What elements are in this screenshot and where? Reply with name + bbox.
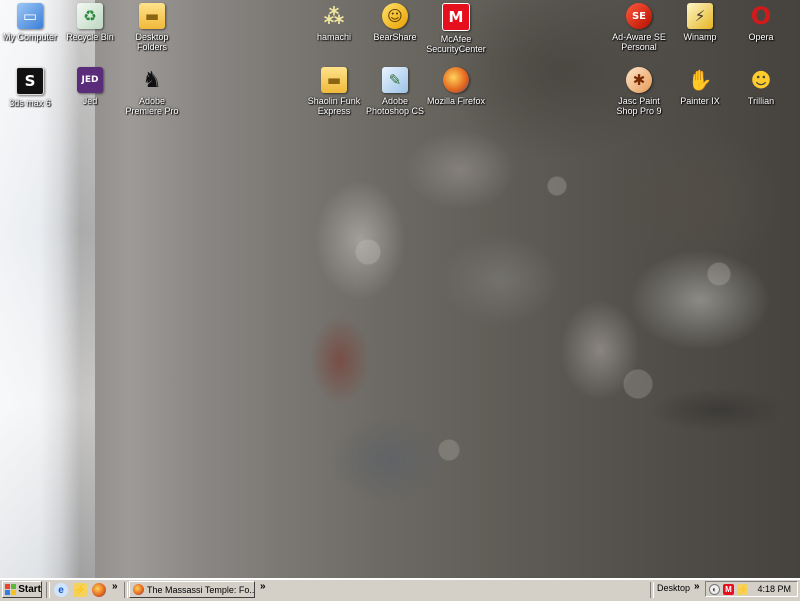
desktop-toolbar-label[interactable]: Desktop: [657, 583, 690, 593]
desktop-icon-desktop-folders[interactable]: ▬ Desktop Folders: [114, 3, 190, 52]
painter-icon: ✋: [687, 68, 713, 92]
desktop-icon-label: Desktop Folders: [135, 32, 169, 52]
security-shield-tray-icon[interactable]: ◐: [709, 584, 720, 595]
desktop-icon-premiere[interactable]: ♞ Adobe Premiere Pro: [114, 67, 190, 117]
taskbar-separator: [124, 582, 128, 598]
wallpaper-texture: [260, 120, 800, 560]
winamp-quicklaunch-icon[interactable]: ⚡: [73, 583, 87, 597]
desktop-icon-label: Adobe Premiere Pro: [125, 96, 179, 116]
window-list-more-chevron[interactable]: »: [260, 581, 266, 592]
taskbar-window-button[interactable]: The Massassi Temple: Fo...: [129, 581, 255, 598]
desktop-icon-label: McAfee SecurityCenter: [426, 34, 486, 54]
desktop-icon-label: Jasc Paint Shop Pro 9: [616, 96, 662, 116]
start-button[interactable]: Start: [2, 581, 42, 598]
folder-icon: ▬: [139, 3, 165, 29]
hamachi-icon: ⁂: [323, 4, 345, 28]
desktop-icon-label: Trillian: [747, 96, 775, 106]
opera-icon: O: [750, 2, 772, 30]
firefox-quicklaunch-icon[interactable]: [92, 583, 106, 597]
taskbar: Start e ⚡ » The Massassi Temple: Fo... »…: [0, 578, 800, 601]
desktop-icon-trillian[interactable]: ☻ Trillian: [723, 67, 799, 106]
jed-icon: JED: [77, 67, 103, 93]
desktop-icon-label: Ad-Aware SE Personal: [612, 32, 666, 52]
desktop-icon-label: Painter IX: [680, 96, 720, 106]
desktop-icon-label: Mozilla Firefox: [426, 96, 485, 106]
winamp-tray-icon[interactable]: ⚡: [737, 584, 748, 595]
premiere-icon: ♞: [142, 67, 162, 93]
quick-launch-more-chevron[interactable]: »: [112, 581, 118, 592]
desktop-icon-label: 3ds max 6: [9, 98, 51, 108]
windows-logo-icon: [5, 584, 17, 595]
recycle-bin-icon: ♻: [77, 3, 103, 29]
desktop-icon-label: Winamp: [683, 32, 717, 42]
paint-shop-pro-icon: ✱: [626, 67, 652, 93]
mcafee-tray-icon[interactable]: M: [723, 584, 734, 595]
system-tray: ◐ M ⚡ 4:18 PM: [705, 581, 798, 597]
desktop-icon-label: BearShare: [373, 32, 417, 42]
bearshare-icon: ☺: [382, 3, 408, 29]
desktop-toolbar-more-chevron[interactable]: »: [694, 581, 700, 592]
start-label: Start: [18, 584, 41, 595]
desktop-icon-opera[interactable]: O Opera: [723, 2, 799, 42]
adaware-icon: SE: [626, 3, 652, 29]
photoshop-icon: ✎: [382, 67, 408, 93]
desktop-icon-label: Opera: [748, 32, 774, 42]
desktop-icon-label: Adobe Photoshop CS: [365, 96, 425, 116]
desktop-icon-label: Shaolin Funk Express: [307, 96, 361, 116]
firefox-icon: [133, 584, 144, 595]
desktop-icon-firefox[interactable]: Mozilla Firefox: [418, 67, 494, 106]
desktop-icon-label: hamachi: [316, 32, 352, 42]
internet-explorer-icon[interactable]: e: [54, 583, 68, 597]
desktop-icon-label: Recycle Bin: [66, 32, 114, 42]
3ds-max-icon: S: [16, 67, 44, 95]
folder-icon: ▬: [321, 67, 347, 93]
mcafee-icon: M: [442, 3, 470, 31]
taskbar-separator: [650, 582, 654, 598]
firefox-icon: [443, 67, 469, 93]
desktop-icon-mcafee[interactable]: M McAfee SecurityCenter: [418, 3, 494, 54]
taskbar-window-title: The Massassi Temple: Fo...: [147, 584, 255, 595]
winamp-icon: ⚡: [687, 3, 713, 29]
trillian-icon: ☻: [750, 68, 772, 92]
clock[interactable]: 4:18 PM: [757, 584, 791, 594]
desktop-icon-label: Jed: [82, 96, 98, 106]
desktop-icon-label: My Computer: [2, 32, 57, 42]
my-computer-icon: ▭: [17, 3, 43, 29]
taskbar-separator: [46, 582, 50, 598]
